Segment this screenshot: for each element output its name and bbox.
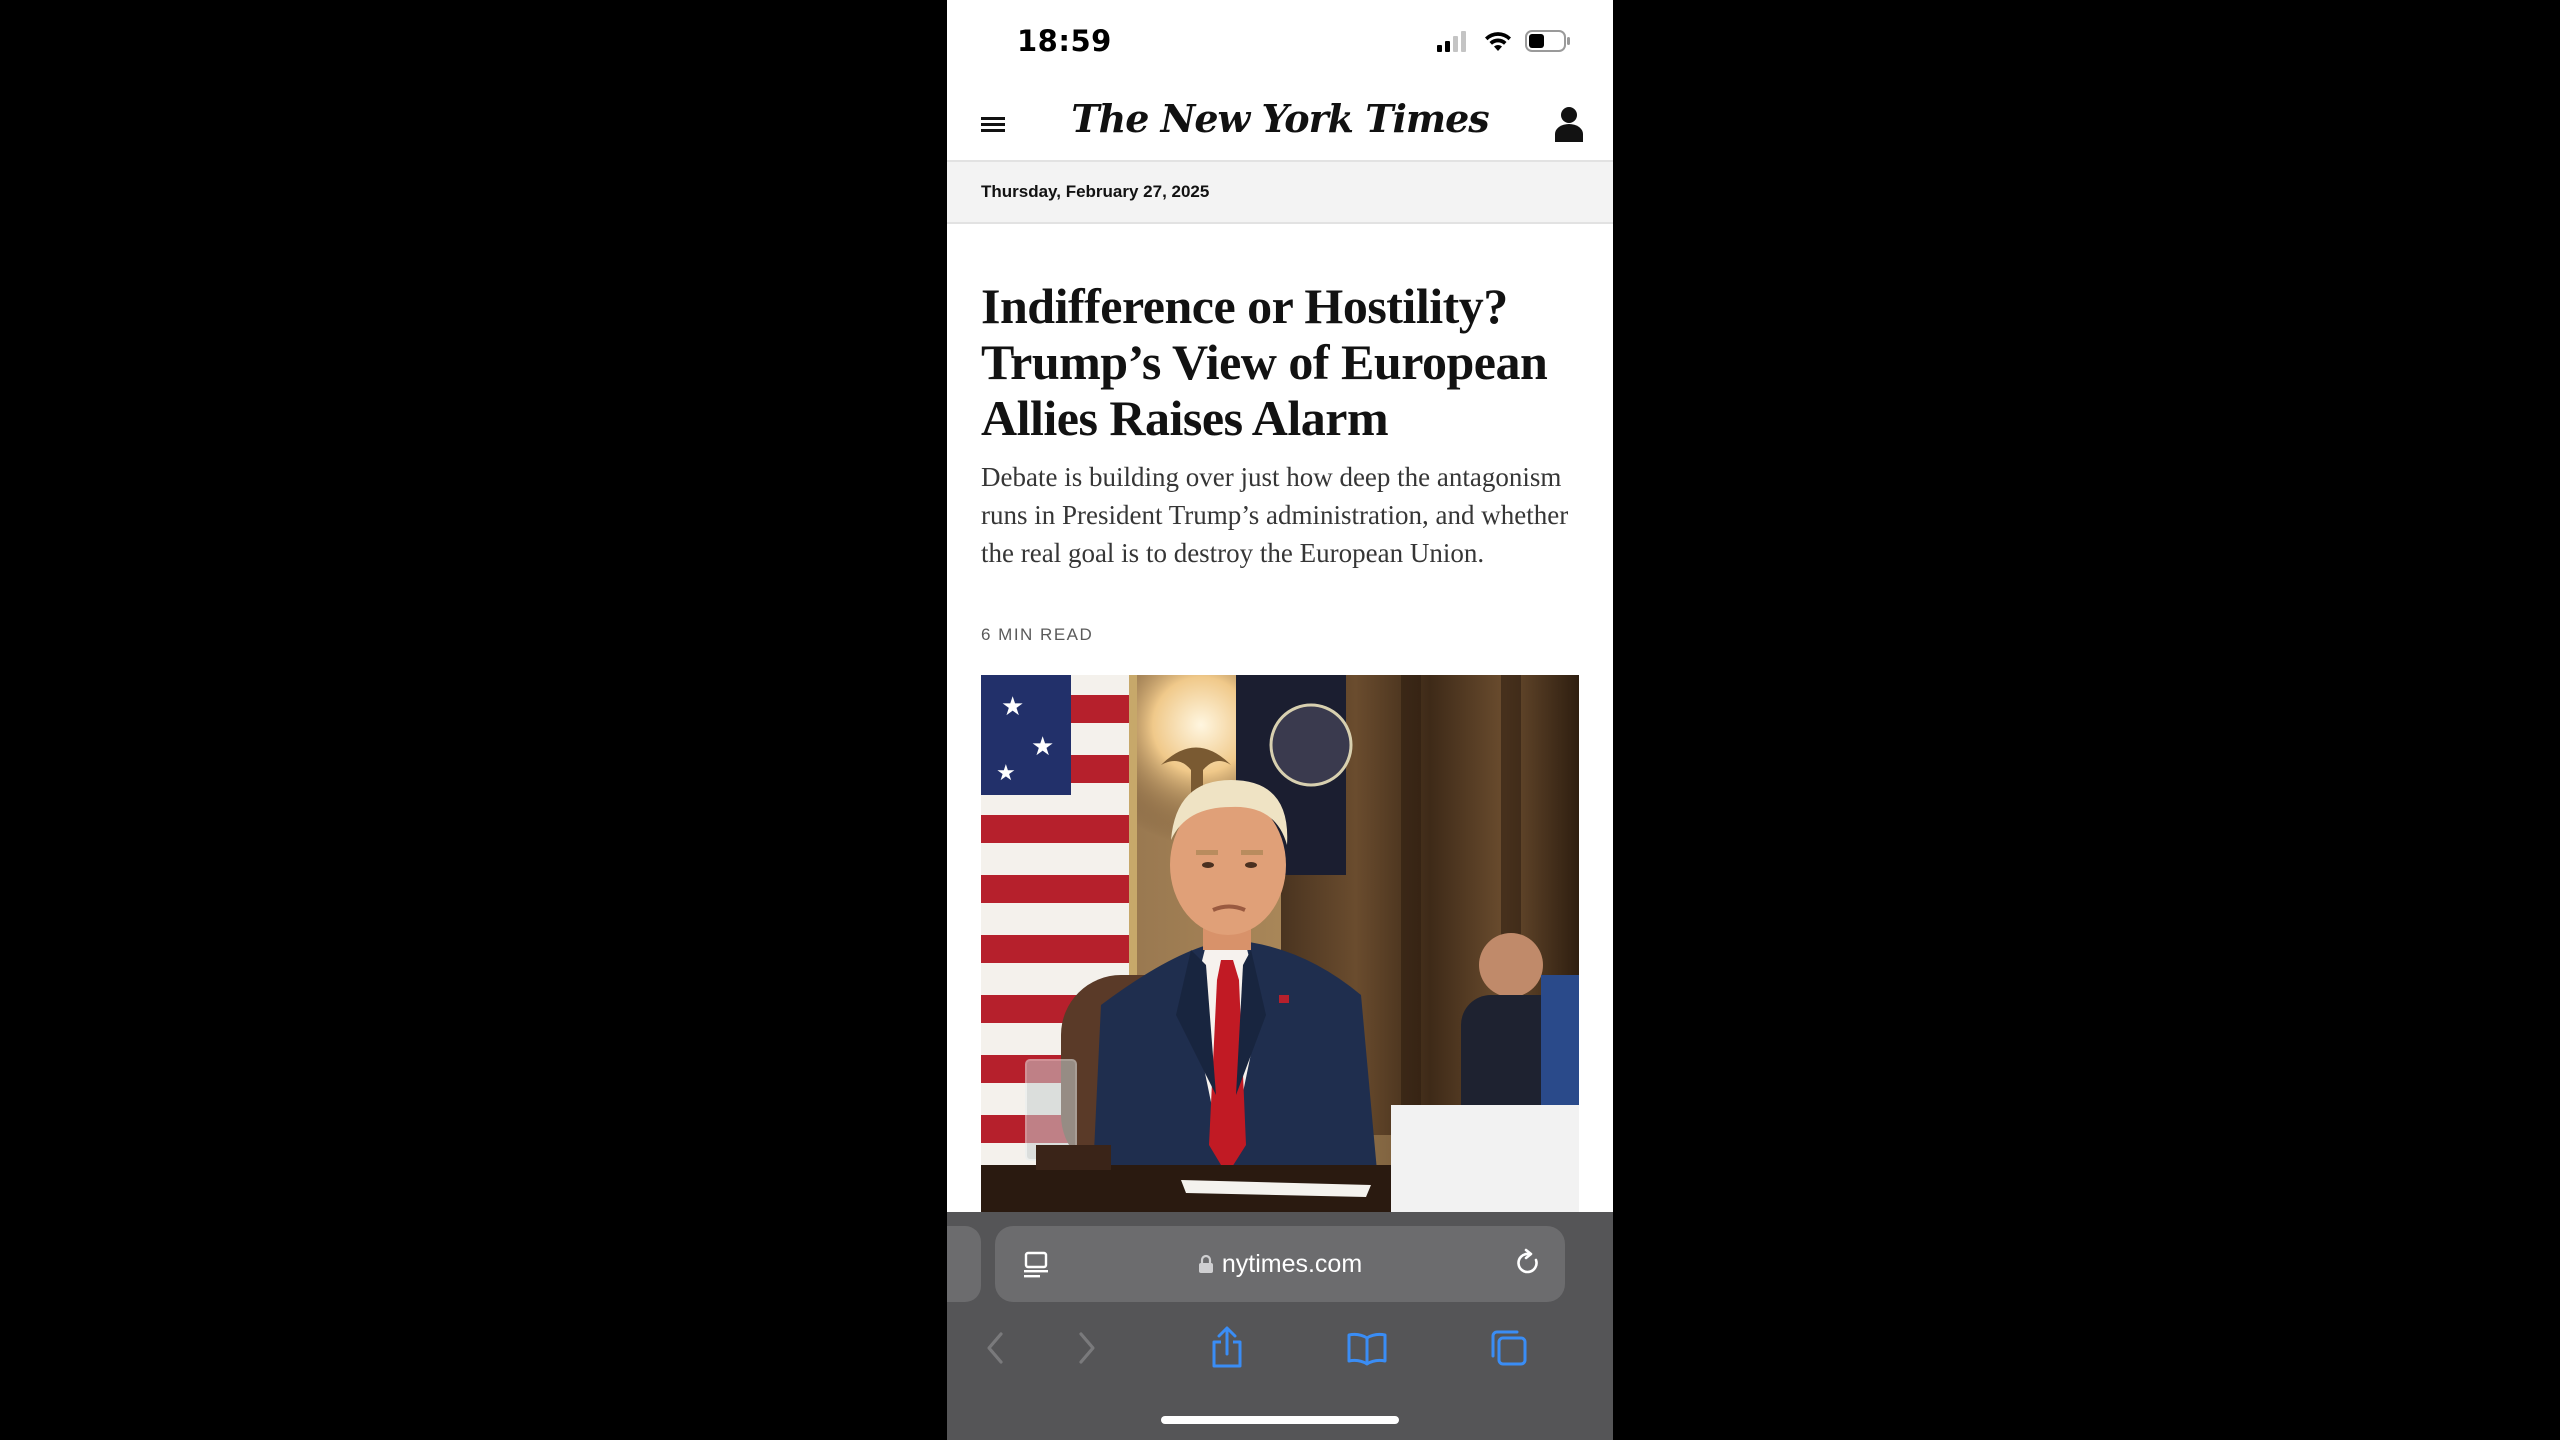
forward-icon[interactable] xyxy=(1063,1324,1111,1372)
svg-text:★: ★ xyxy=(1001,692,1024,722)
status-icons xyxy=(1437,30,1571,57)
browser-nav-row xyxy=(947,1312,1613,1382)
account-icon[interactable] xyxy=(1553,104,1585,144)
back-icon[interactable] xyxy=(971,1324,1019,1372)
bookmarks-icon[interactable] xyxy=(1343,1324,1391,1372)
article-summary[interactable]: Debate is building over just how deep th… xyxy=(981,458,1581,572)
read-time: 6 MIN READ xyxy=(981,625,1094,644)
home-indicator[interactable] xyxy=(1161,1416,1399,1424)
current-date: Thursday, February 27, 2025 xyxy=(981,182,1210,201)
url-display[interactable]: nytimes.com xyxy=(995,1250,1565,1281)
cellular-signal-icon xyxy=(1437,30,1471,57)
nyt-logo[interactable]: The New York Times xyxy=(947,96,1613,141)
previous-tab-peek[interactable] xyxy=(947,1226,981,1302)
svg-text:★: ★ xyxy=(1031,732,1054,762)
status-time: 18:59 xyxy=(1017,24,1112,58)
phone-screen: 18:59 The New York Times Thursday, Febru… xyxy=(947,0,1613,1440)
article-photo[interactable]: ★ ★ ★ xyxy=(981,675,1579,1215)
address-bar[interactable]: nytimes.com xyxy=(995,1226,1565,1302)
safari-toolbar: nytimes.com xyxy=(947,1212,1613,1440)
svg-text:★: ★ xyxy=(996,761,1016,786)
article-headline[interactable]: Indifference or Hostility? Trump’s View … xyxy=(981,278,1581,446)
reload-icon[interactable] xyxy=(1513,1248,1543,1283)
status-bar: 18:59 xyxy=(947,0,1613,88)
tabs-icon[interactable] xyxy=(1485,1324,1533,1372)
share-icon[interactable] xyxy=(1203,1324,1251,1372)
battery-icon xyxy=(1525,30,1571,57)
site-header: The New York Times xyxy=(947,88,1613,162)
wifi-icon xyxy=(1483,30,1513,57)
url-text: nytimes.com xyxy=(1221,1250,1363,1278)
date-bar: Thursday, February 27, 2025 xyxy=(947,162,1613,224)
lock-icon xyxy=(1198,1252,1214,1281)
